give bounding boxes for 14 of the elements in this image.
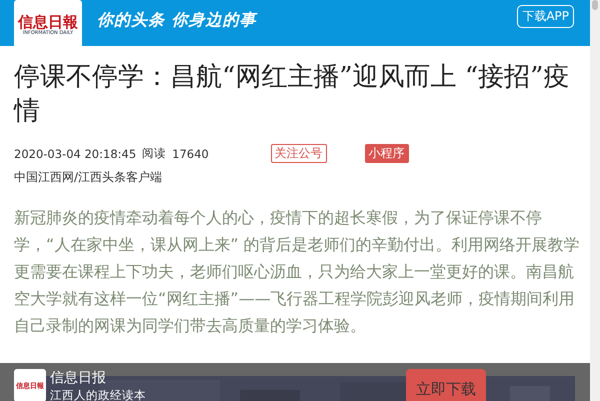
app-name: 信息日报 (50, 369, 107, 387)
publish-date: 2020-03-04 20:18:45 (14, 146, 136, 160)
mini-program-button[interactable]: 小程序 (364, 144, 409, 163)
scrollbar[interactable] (590, 0, 600, 401)
article-body: 新冠肺炎的疫情牵动着每个人的心，疫情下的超长寒假，为了保证停课不停学，“人在家中坐，课从网上来” 的背后是老师们的辛勤付出。利用网络开展教学更需要在课程上下功夫，老师们呕心沥血，只为给大家上一堂更好的课。南昌航空大学就有这样一位“网红主播”——飞行器工程学院彭迎风老师，疫情期间利用自己录制的网课为同学们带去高质量的学习体验。 (14, 207, 581, 337)
follow-button[interactable]: 关注公号 (270, 144, 327, 163)
article-title: 停课不停学：昌航“网红主播”迎风而上 “接招”疫情 (14, 61, 570, 128)
slogan: 你的头条 你身边的事 (97, 10, 258, 31)
article-source: 中国江西网/江西头条客户端 (14, 169, 164, 186)
reads-label: 阅读 (142, 146, 166, 161)
read-count: 17640 (172, 146, 209, 160)
download-now-button[interactable]: 立即下载 (406, 369, 486, 401)
app-tagline: 江西人的政经读本 (50, 387, 147, 401)
download-app-button[interactable]: 下载APP (517, 5, 574, 28)
